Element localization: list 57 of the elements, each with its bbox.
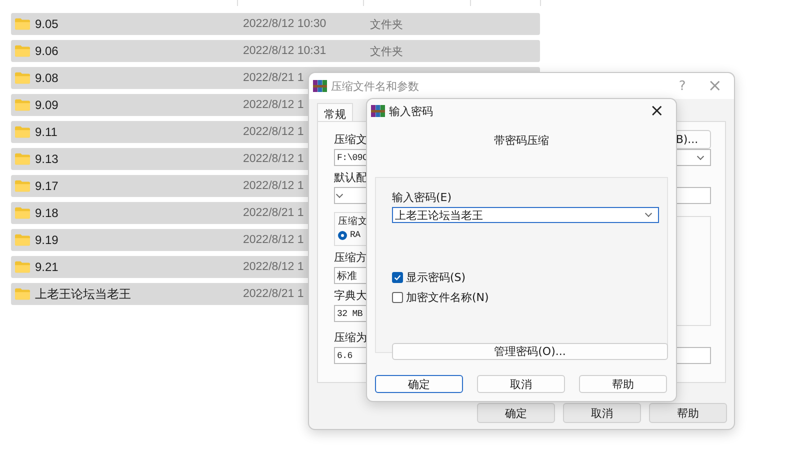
file-name: 9.11	[35, 125, 58, 139]
folder-icon	[15, 99, 30, 111]
file-name: 9.13	[35, 152, 60, 166]
checkbox[interactable]	[392, 272, 403, 283]
tab[interactable]: 常规	[317, 103, 353, 121]
dialog-button[interactable]: 取消	[477, 375, 565, 393]
radio-option[interactable]: RA	[338, 230, 480, 240]
file-name: 9.18	[35, 206, 60, 220]
modified-date: 2022/8/12 1	[243, 261, 304, 273]
modified-date: 2022/8/12 1	[243, 234, 304, 246]
field-label: 压缩为	[334, 330, 367, 345]
file-type: 文件夹	[370, 44, 403, 58]
folder-row[interactable]: 9.05 2022/8/12 10:30 文件夹	[11, 13, 540, 35]
checkbox-label[interactable]: 加密文件名称(N)	[406, 290, 489, 305]
folder-icon	[15, 207, 30, 219]
folder-icon	[15, 180, 30, 192]
dialog-button[interactable]: 确定	[477, 403, 555, 423]
folder-icon	[15, 18, 30, 30]
folder-icon	[15, 45, 30, 57]
modified-date: 2022/8/12 1	[243, 99, 304, 111]
window-title: 输入密码	[389, 104, 433, 118]
modified-date: 2022/8/12 10:31	[243, 45, 326, 57]
folder-icon	[15, 288, 30, 300]
modified-date: 2022/8/21 1	[243, 288, 304, 300]
file-name: 9.08	[35, 71, 60, 85]
app-icon	[371, 104, 385, 118]
modified-date: 2022/8/12 10:30	[243, 18, 326, 30]
dialog-button[interactable]: 帮助	[649, 403, 727, 423]
modified-date: 2022/8/21 1	[243, 72, 304, 84]
folder-icon	[15, 234, 30, 246]
password-field[interactable]: 上老王论坛当老王	[392, 207, 659, 223]
file-name: 9.21	[35, 260, 60, 274]
file-name: 9.17	[35, 179, 60, 193]
field-label: 字典大	[334, 288, 367, 303]
folder-row[interactable]: 9.06 2022/8/12 10:31 文件夹	[11, 40, 540, 62]
file-name: 上老王论坛当老王	[35, 286, 132, 302]
folder-icon	[15, 261, 30, 273]
close-button[interactable]: ×	[638, 101, 670, 121]
file-name: 9.19	[35, 233, 60, 247]
folder-icon	[15, 126, 30, 138]
folder-icon	[15, 153, 30, 165]
file-type: 文件夹	[370, 16, 403, 32]
modified-date: 2022/8/21 1	[243, 207, 304, 219]
dialog-button[interactable]: 帮助	[579, 375, 667, 393]
file-name: 9.06	[35, 44, 60, 58]
modified-date: 2022/8/12 1	[243, 180, 304, 192]
folder-icon	[15, 72, 30, 84]
modified-date: 2022/8/12 1	[243, 153, 304, 165]
dialog-button[interactable]: 确定	[375, 375, 463, 393]
checkbox[interactable]	[392, 292, 403, 303]
file-name: 9.09	[35, 98, 60, 112]
radio-button[interactable]	[338, 230, 347, 240]
app-icon	[313, 79, 327, 93]
file-name: 9.05	[35, 17, 60, 31]
dialog-button[interactable]: 取消	[563, 403, 641, 423]
manage-passwords-button[interactable]: 管理密码(O)...	[392, 343, 668, 360]
modified-date: 2022/8/12 1	[243, 126, 304, 138]
